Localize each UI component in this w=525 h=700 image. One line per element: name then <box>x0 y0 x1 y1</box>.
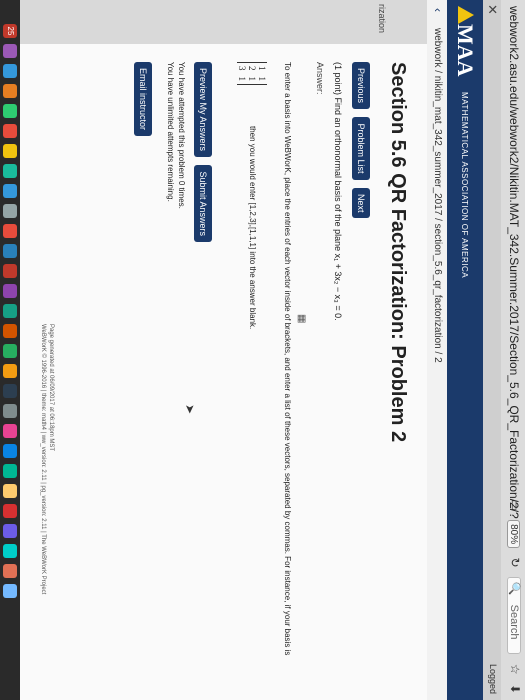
dock-app-icon[interactable] <box>3 124 17 138</box>
problem-nav: Previous Problem List Next <box>352 62 371 222</box>
close-icon[interactable]: ✕ <box>484 4 500 15</box>
matrix-note: then you would enter [1,2,3],[1,1,1] int… <box>248 126 257 330</box>
dock-app-icon[interactable] <box>3 424 17 438</box>
dock-app-icon[interactable] <box>3 164 17 178</box>
submit-answers-button[interactable]: Submit Answers <box>194 165 212 243</box>
answer-label: Answer: <box>315 62 325 95</box>
login-status[interactable]: Logged <box>488 664 498 694</box>
dock-app-icon[interactable] <box>3 504 17 518</box>
dock-app-icon[interactable] <box>3 44 17 58</box>
left-nav: rization <box>0 0 427 45</box>
address-bar[interactable]: webwork2.asu.edu/webwork2/Nikitin.MAT_34… <box>500 0 525 700</box>
dock-app-icon[interactable] <box>3 144 17 158</box>
reload-icon[interactable]: ↻ <box>508 557 522 567</box>
footer-version[interactable]: WeBWorK © 1996-2016 | theme: math4 | ww_… <box>39 324 47 624</box>
search-input[interactable]: 🔍 Search <box>507 576 521 655</box>
zoom-level[interactable]: 80% <box>507 520 520 549</box>
breadcrumb[interactable]: webwork / nikitin_mat_342_summer_2017 / … <box>432 28 443 363</box>
next-button[interactable]: Next <box>352 187 370 219</box>
org-name: MATHEMATICAL ASSOCIATION OF AMERICA <box>460 92 469 279</box>
left-nav-label[interactable]: rization <box>377 4 387 33</box>
matrix-cell: 1 <box>237 76 247 82</box>
preview-answers-button[interactable]: Preview My Answers <box>194 62 212 158</box>
dock-app-icon[interactable] <box>3 264 17 278</box>
dock-app-icon[interactable] <box>3 84 17 98</box>
example-matrix: 11 21 31 <box>237 62 267 85</box>
email-instructor-wrap: Email instructor <box>134 62 153 140</box>
dock-app-icon[interactable] <box>3 204 17 218</box>
dock-app-icon[interactable] <box>3 64 17 78</box>
dock-app-icon[interactable] <box>3 344 17 358</box>
download-icon[interactable]: ⬇ <box>508 684 522 694</box>
previous-button[interactable]: Previous <box>352 62 370 110</box>
footer-generated: Page generated at 06/09/2017 at 06:18pm … <box>48 324 54 452</box>
attempts-line: You have attempted this problem 0 times. <box>177 62 186 209</box>
problem-list-button[interactable]: Problem List <box>352 117 370 180</box>
tab-toolbar: ✕ Logged <box>482 0 501 700</box>
dock-app-icon[interactable] <box>3 184 17 198</box>
matrix-cell: 2 <box>247 66 257 71</box>
email-instructor-button[interactable]: Email instructor <box>134 62 152 137</box>
dock-app-icon[interactable] <box>3 484 17 498</box>
site-logo[interactable]: MAA <box>452 24 478 77</box>
dock-app-icon[interactable] <box>3 324 17 338</box>
main-content: Section 5.6 QR Factorization: Problem 2 … <box>0 44 427 700</box>
mouse-cursor-icon: ➤ <box>183 404 197 415</box>
instructions: To enter a basis into WeBWorK, place the… <box>283 62 292 656</box>
dock-app-icon[interactable] <box>3 244 17 258</box>
dock-app-icon[interactable] <box>3 444 17 458</box>
dock-app-icon[interactable] <box>3 364 17 378</box>
page-footer: Page generated at 06/09/2017 at 06:18pm … <box>39 324 55 624</box>
answer-actions: Preview My Answers Submit Answers <box>194 62 213 246</box>
maa-logo-icon <box>458 6 474 24</box>
back-arrow-icon[interactable]: ‹ <box>431 8 445 12</box>
dock-app-icon[interactable] <box>3 224 17 238</box>
site-header: MAA MATHEMATICAL ASSOCIATION OF AMERICA <box>447 0 483 700</box>
dock: 25 <box>0 0 20 700</box>
page-title: Section 5.6 QR Factorization: Problem 2 <box>387 62 409 443</box>
matrix-cell: 1 <box>257 66 267 71</box>
dock-app-icon[interactable] <box>3 584 17 598</box>
dock-app-icon[interactable] <box>3 544 17 558</box>
attempts-info: You have attempted this problem 0 times.… <box>165 62 187 209</box>
dock-app-icon[interactable] <box>3 564 17 578</box>
dock-app-icon[interactable] <box>3 104 17 118</box>
screen: webwork2.asu.edu/webwork2/Nikitin.MAT_34… <box>0 0 525 700</box>
grid-icon[interactable]: ▦ <box>296 314 307 323</box>
reader-icon[interactable]: ▭ <box>508 499 522 510</box>
address-bar-icons: ▭ 80% ↻ 🔍 Search ☆ ⬇ <box>507 493 522 694</box>
matrix-cell: 1 <box>247 76 257 82</box>
problem-statement: (1 point) Find an orthonormal basis of t… <box>333 62 343 321</box>
dock-app-icon[interactable] <box>3 384 17 398</box>
matrix-cell: 1 <box>257 76 267 82</box>
dock-app-icon[interactable] <box>3 524 17 538</box>
dock-app-icon[interactable] <box>3 284 17 298</box>
search-placeholder: Search <box>508 604 520 640</box>
url-text[interactable]: webwork2.asu.edu/webwork2/Nikitin.MAT_34… <box>507 6 521 519</box>
attempts-remaining-line: You have unlimited attempts remaining. <box>166 62 175 202</box>
star-icon[interactable]: ☆ <box>508 664 522 675</box>
dock-app-icon[interactable] <box>3 404 17 418</box>
dock-app-icon[interactable] <box>3 304 17 318</box>
dock-app-icon[interactable] <box>3 464 17 478</box>
breadcrumb-bar: ‹ webwork / nikitin_mat_342_summer_2017 … <box>426 0 447 700</box>
calendar-icon[interactable]: 25 <box>3 24 17 38</box>
matrix-cell: 3 <box>237 66 247 71</box>
